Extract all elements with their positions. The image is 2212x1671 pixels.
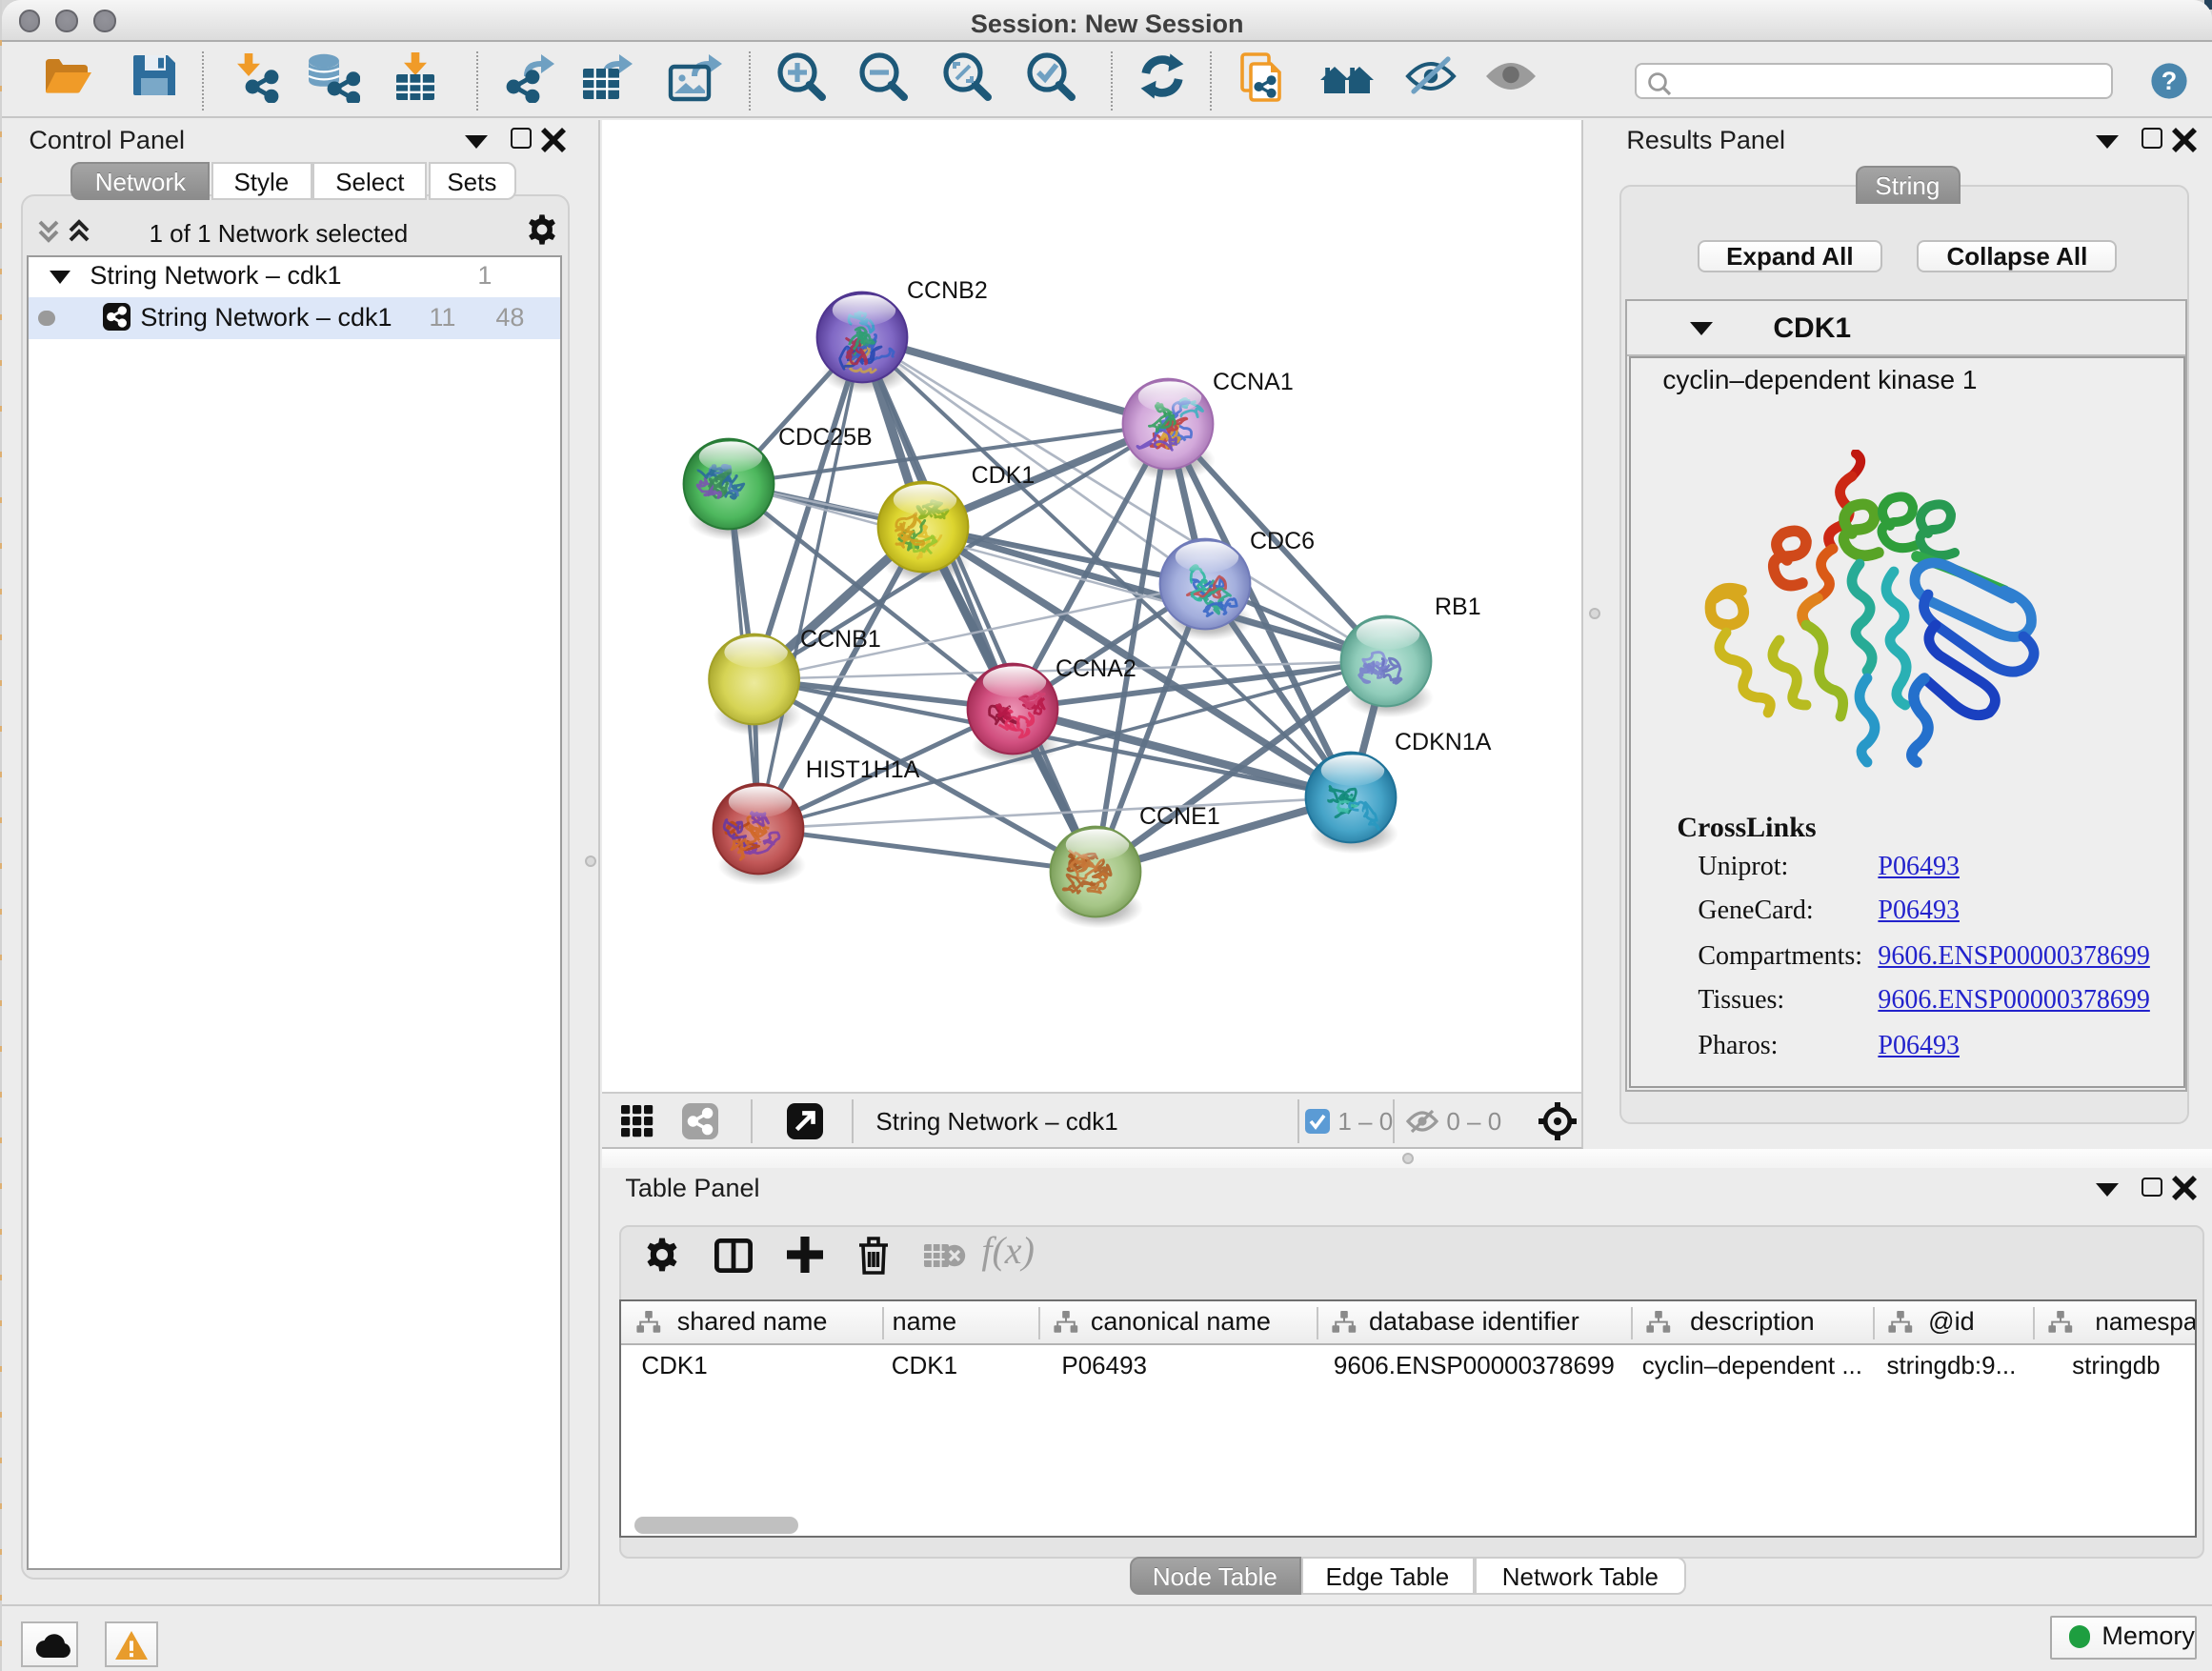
svg-text:CDC6: CDC6 (1250, 528, 1315, 554)
svg-text:CDC25B: CDC25B (778, 424, 873, 451)
svg-text:CCNA1: CCNA1 (1213, 369, 1294, 395)
svg-text:CDKN1A: CDKN1A (1395, 729, 1492, 755)
svg-text:CDK1: CDK1 (972, 462, 1036, 489)
svg-text:CCNA2: CCNA2 (1056, 655, 1136, 682)
svg-text:CCNB2: CCNB2 (907, 277, 988, 304)
svg-text:RB1: RB1 (1435, 594, 1481, 620)
svg-text:CCNB1: CCNB1 (800, 626, 881, 653)
svg-text:?: ? (2162, 67, 2178, 95)
svg-text:HIST1H1A: HIST1H1A (806, 756, 920, 783)
svg-text:CCNE1: CCNE1 (1139, 803, 1220, 830)
